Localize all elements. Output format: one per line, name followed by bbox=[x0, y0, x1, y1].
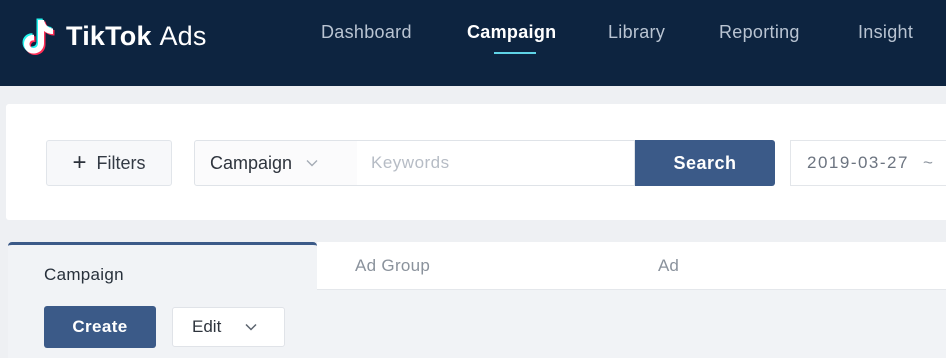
date-start: 2019-03-27 bbox=[807, 153, 909, 172]
tiktok-note-icon bbox=[22, 18, 55, 55]
tab-ad-group-label: Ad Group bbox=[355, 255, 431, 275]
nav-item-insight[interactable]: Insight bbox=[858, 22, 913, 43]
tab-ad[interactable]: Ad bbox=[658, 256, 679, 276]
tab-campaign-label: Campaign bbox=[44, 264, 124, 284]
chevron-down-icon bbox=[306, 160, 318, 167]
create-button[interactable]: Create bbox=[44, 306, 156, 348]
edit-label: Edit bbox=[192, 317, 222, 336]
search-scope-select[interactable]: Campaign bbox=[194, 140, 358, 186]
search-scope-value: Campaign bbox=[210, 152, 293, 173]
tiktok-ads-logo[interactable]: TikTok Ads bbox=[22, 14, 207, 58]
search-button[interactable]: Search bbox=[635, 140, 775, 186]
chevron-down-icon bbox=[245, 323, 257, 331]
top-navigation-bar: TikTok Ads Dashboard Campaign Library Re… bbox=[0, 0, 946, 86]
filters-label: Filters bbox=[96, 152, 146, 173]
tab-campaign[interactable]: Campaign bbox=[8, 242, 317, 296]
nav-item-dashboard[interactable]: Dashboard bbox=[321, 22, 412, 43]
tab-ad-group[interactable]: Ad Group bbox=[317, 242, 946, 290]
nav-item-reporting[interactable]: Reporting bbox=[719, 22, 800, 43]
active-nav-indicator bbox=[494, 52, 536, 54]
date-range-picker[interactable]: 2019-03-27 ~ bbox=[790, 140, 946, 186]
filters-button[interactable]: + Filters bbox=[46, 140, 172, 186]
nav-item-campaign[interactable]: Campaign bbox=[467, 22, 556, 43]
keyword-search-input[interactable] bbox=[357, 140, 635, 186]
entity-tabs: Ad Group Campaign bbox=[8, 242, 946, 296]
plus-icon: + bbox=[72, 149, 87, 176]
nav-item-library[interactable]: Library bbox=[608, 22, 665, 43]
logo-text: TikTok Ads bbox=[66, 20, 207, 51]
date-separator: ~ bbox=[922, 153, 935, 172]
edit-dropdown-button[interactable]: Edit bbox=[172, 307, 285, 347]
